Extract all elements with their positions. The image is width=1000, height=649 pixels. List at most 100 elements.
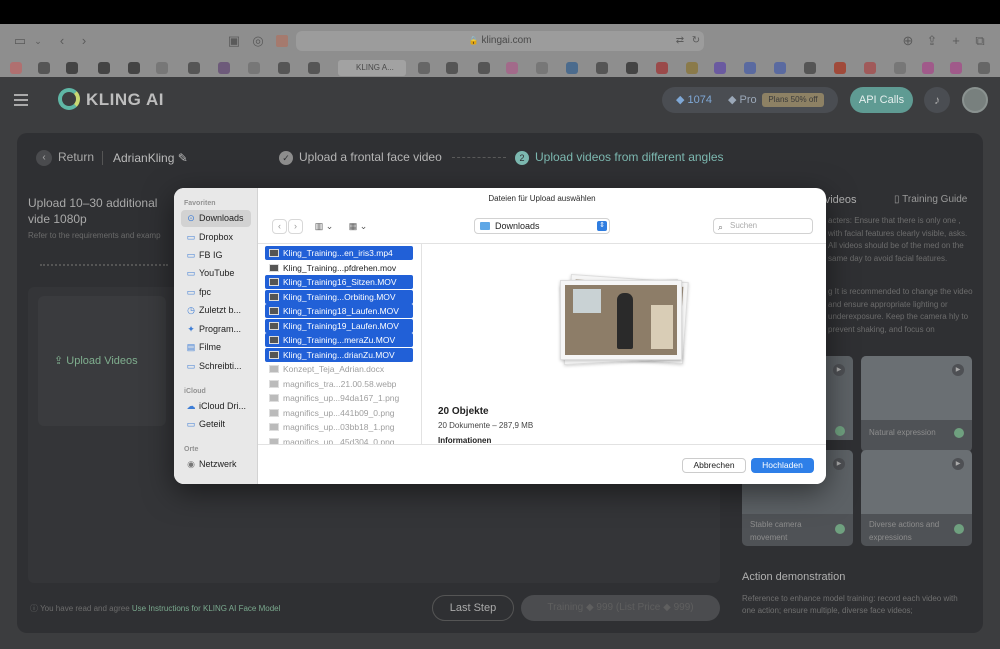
tab-favicon[interactable] — [156, 62, 168, 74]
sidebar-item-dropbox[interactable]: ▭ Dropbox — [181, 229, 251, 246]
example-thumbnail[interactable]: ▶ Diverse actions and expressions — [861, 450, 972, 546]
share-icon[interactable]: ⇪ — [924, 33, 940, 49]
credits-pill[interactable]: ◆ 1074 ◆ Pro Plans 50% off — [662, 87, 838, 113]
back-icon[interactable]: ‹ — [272, 219, 287, 234]
chevron-down-icon[interactable]: ⌄ — [30, 33, 46, 49]
download-icon[interactable]: ⊕ — [900, 33, 916, 49]
sidebar-item-programs[interactable]: ✦ Program... — [181, 321, 251, 338]
sidebar-item-fb-ig[interactable]: ▭ FB IG — [181, 247, 251, 264]
tab-favicon[interactable] — [864, 62, 876, 74]
reload-icon[interactable]: ↻ — [688, 33, 704, 49]
sidebar-item-desktop[interactable]: ▭ Schreibti... — [181, 358, 251, 375]
sidebar-item-movies[interactable]: ▤ Filme — [181, 339, 251, 356]
tab-favicon[interactable] — [894, 62, 906, 74]
plans-badge[interactable]: Plans 50% off — [762, 93, 824, 107]
sidebar-item-network[interactable]: ◉ Netzwerk — [181, 456, 251, 473]
tab-favicon[interactable] — [248, 62, 260, 74]
tab-favicon[interactable] — [128, 62, 140, 74]
menu-icon[interactable] — [14, 94, 28, 106]
tab-favicon[interactable] — [834, 62, 846, 74]
tab-favicon[interactable] — [978, 62, 990, 74]
folder-icon: ▭ — [186, 268, 196, 278]
preview-window — [573, 289, 601, 313]
search-input[interactable]: ⌕ Suchen — [713, 218, 813, 234]
kling-logo-icon[interactable] — [58, 88, 80, 110]
file-row[interactable]: Kling_Training16_Sitzen.MOV — [265, 275, 413, 289]
tab-favicon[interactable] — [536, 62, 548, 74]
tab-favicon[interactable] — [188, 62, 200, 74]
sidebar-item-icloud-drive[interactable]: ☁ iCloud Dri... — [181, 398, 251, 415]
upload-videos-button[interactable]: ⇪ Upload Videos — [54, 354, 138, 367]
tab-overview-icon[interactable]: ⧉ — [972, 33, 988, 49]
forward-icon[interactable]: › — [288, 219, 303, 234]
tab-favicon[interactable] — [278, 62, 290, 74]
tab-favicon[interactable] — [626, 62, 638, 74]
tab-favicon[interactable] — [478, 62, 490, 74]
preview-stack — [556, 273, 692, 366]
active-tab[interactable]: KLING A... — [338, 60, 406, 76]
tab-favicon[interactable] — [218, 62, 230, 74]
play-icon[interactable]: ▶ — [952, 458, 964, 470]
back-icon[interactable]: ‹ — [54, 33, 70, 49]
avatar[interactable] — [962, 87, 988, 113]
sidebar-item-downloads[interactable]: ⊙ Downloads — [181, 210, 251, 227]
edit-icon[interactable]: ✎ — [178, 151, 188, 165]
tab-favicon[interactable] — [922, 62, 934, 74]
agreement-link[interactable]: Use Instructions for KLING AI Face Model — [132, 604, 281, 613]
bell-icon[interactable]: ♪ — [924, 87, 950, 113]
upload-button[interactable]: Hochladen — [751, 458, 814, 473]
tab-favicon[interactable] — [566, 62, 578, 74]
grid-view-icon[interactable]: ▦ ⌄ — [344, 219, 372, 234]
tab-favicon[interactable] — [66, 62, 78, 74]
tab-favicon[interactable] — [804, 62, 816, 74]
return-label: Return — [58, 150, 95, 165]
tab-favicon[interactable] — [744, 62, 756, 74]
column-view-icon[interactable]: ▥ ⌄ — [310, 219, 338, 234]
privacy-icon[interactable]: ◎ — [250, 33, 266, 49]
last-step-button[interactable]: Last Step — [432, 595, 514, 621]
example-thumbnail[interactable]: ▶ Natural expression — [861, 356, 972, 452]
folder-selector[interactable]: Downloads ⇕ — [474, 218, 610, 234]
sidebar-item-youtube[interactable]: ▭ YouTube — [181, 265, 251, 282]
tab-favicon[interactable] — [308, 62, 320, 74]
file-row[interactable]: Kling_Training...drianZu.MOV — [265, 347, 413, 362]
file-row[interactable]: Kling_Training...pfdrehen.mov — [265, 261, 413, 275]
tab-favicon[interactable] — [774, 62, 786, 74]
cancel-button[interactable]: Abbrechen — [682, 458, 746, 473]
play-icon[interactable]: ▶ — [833, 364, 845, 376]
training-guide-link[interactable]: ▯ Training Guide — [894, 194, 967, 205]
file-row[interactable]: Kling_Training...Orbiting.MOV — [265, 289, 413, 304]
tab-favicon[interactable] — [596, 62, 608, 74]
sidebar-item-fpc[interactable]: ▭ fpc — [181, 284, 251, 301]
sidebar-item-shared[interactable]: ▭ Geteilt — [181, 416, 251, 433]
tab-favicon[interactable] — [686, 62, 698, 74]
translate-icon[interactable]: ⇄ — [672, 33, 688, 49]
tab-favicon[interactable] — [506, 62, 518, 74]
tab-favicon[interactable] — [98, 62, 110, 74]
file-row[interactable]: Kling_Training...meraZu.MOV — [265, 333, 413, 347]
tab-favicon[interactable] — [950, 62, 962, 74]
tab-favicon[interactable] — [10, 62, 22, 74]
extension-icon[interactable]: ▣ — [226, 33, 242, 49]
tab-favicon[interactable] — [418, 62, 430, 74]
new-tab-icon[interactable]: + — [948, 33, 964, 49]
model-name[interactable]: AdrianKling ✎ — [113, 151, 188, 165]
play-icon[interactable]: ▶ — [952, 364, 964, 376]
extension-icon-2[interactable] — [276, 35, 288, 47]
sidebar-toggle-icon[interactable]: ▭ — [12, 33, 28, 49]
tab-favicon[interactable] — [38, 62, 50, 74]
tab-favicon[interactable] — [656, 62, 668, 74]
file-row[interactable]: Kling_Training19_Laufen.MOV — [265, 318, 413, 333]
tab-favicon[interactable] — [446, 62, 458, 74]
api-calls-button[interactable]: API Calls — [850, 87, 913, 113]
training-button[interactable]: Training ◆ 999 (List Price ◆ 999) — [521, 595, 720, 621]
return-button[interactable]: ‹ Return — [36, 150, 94, 166]
file-row[interactable]: Kling_Training18_Laufen.MOV — [265, 304, 413, 318]
play-icon[interactable]: ▶ — [833, 458, 845, 470]
forward-icon[interactable]: › — [76, 33, 92, 49]
tab-favicon[interactable] — [714, 62, 726, 74]
upload-videos-label: Upload Videos — [66, 355, 138, 367]
file-row[interactable]: Kling_Training...en_iris3.mp4 — [265, 246, 413, 260]
sidebar-item-recent[interactable]: ◷ Zuletzt b... — [181, 302, 251, 319]
address-bar[interactable]: 🔒 klingai.com — [296, 31, 704, 51]
